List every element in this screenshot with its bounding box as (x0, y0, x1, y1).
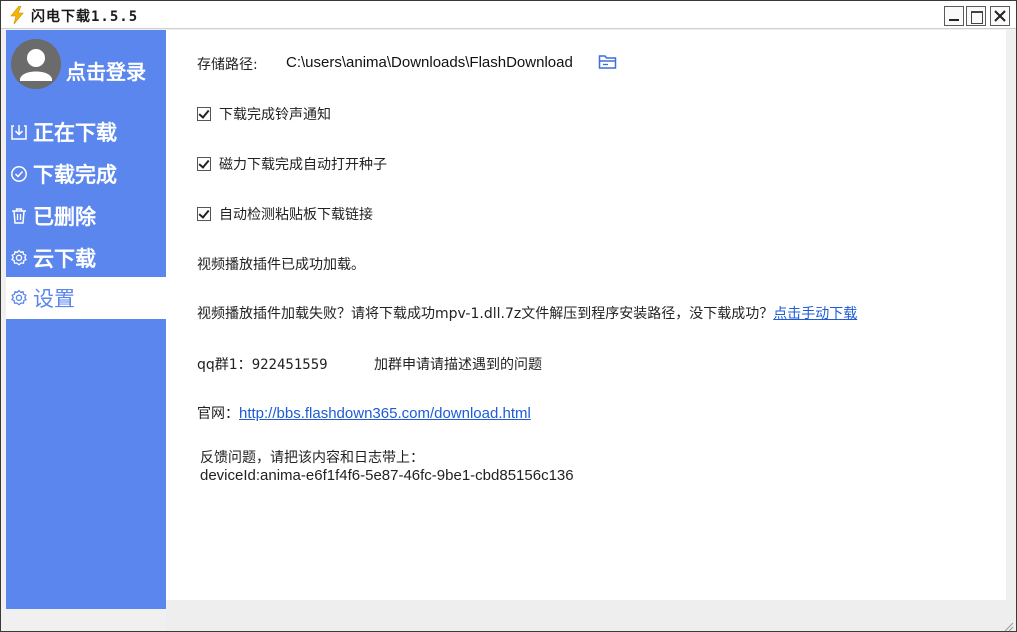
plugin-status-ok: 视频播放插件已成功加载。 (197, 257, 365, 273)
storage-path-value: C:\users\anima\Downloads\FlashDownload (286, 54, 573, 71)
qq-group-info: qq群1：922451559 加群申请请描述遇到的问题 (197, 354, 542, 374)
sound-notify-option[interactable]: 下载完成铃声通知 (197, 104, 331, 124)
clipboard-detect-option[interactable]: 自动检测粘贴板下载链接 (197, 204, 373, 224)
qq-group-note: 加群申请请描述遇到的问题 (374, 357, 542, 373)
sidebar: 点击登录 正在下载 下载完成 已删除 云下载 设置 (6, 30, 166, 609)
resize-grip-icon[interactable] (1002, 617, 1014, 632)
checkbox-label: 下载完成铃声通知 (219, 107, 331, 123)
manual-download-link[interactable]: 点击手动下载 (773, 306, 857, 322)
title-bar[interactable]: 闪电下载1.5.5 (1, 1, 1016, 29)
window-controls (944, 6, 1010, 26)
trash-icon (9, 206, 29, 226)
magnet-auto-open-option[interactable]: 磁力下载完成自动打开种子 (197, 154, 387, 174)
magnet-auto-open-checkbox[interactable] (197, 157, 211, 171)
login-label[interactable]: 点击登录 (66, 56, 146, 85)
download-icon (9, 122, 29, 142)
sidebar-item-label: 云下载 (33, 247, 96, 271)
plugin-fail-text: 视频播放插件加载失败？请将下载成功mpv-1.dll.7z文件解压到程序安装路径… (197, 306, 774, 322)
sidebar-item-settings[interactable]: 设置 (6, 277, 166, 319)
user-icon (11, 39, 61, 89)
close-icon (994, 10, 1006, 22)
website-info: 官网：http://bbs.flashdown365.com/download.… (197, 403, 531, 423)
folder-open-icon[interactable] (598, 54, 618, 70)
plugin-fail-message: 视频播放插件加载失败？请将下载成功mpv-1.dll.7z文件解压到程序安装路径… (197, 303, 857, 323)
sidebar-item-cloud-download[interactable]: 云下载 (6, 237, 166, 279)
checkbox-label: 磁力下载完成自动打开种子 (219, 157, 387, 173)
sidebar-item-label: 已删除 (33, 205, 96, 229)
sidebar-item-downloading[interactable]: 正在下载 (6, 111, 166, 153)
check-circle-icon (9, 164, 29, 184)
checkbox-label: 自动检测粘贴板下载链接 (219, 207, 373, 223)
lightning-icon (9, 5, 25, 25)
avatar[interactable] (11, 39, 61, 89)
gear-icon (9, 248, 29, 268)
sidebar-item-deleted[interactable]: 已删除 (6, 195, 166, 237)
storage-path-label: 存储路径: (197, 57, 258, 73)
website-label: 官网： (197, 406, 239, 422)
maximize-button[interactable] (966, 6, 986, 26)
sidebar-item-label: 下载完成 (33, 163, 117, 187)
close-button[interactable] (990, 6, 1010, 26)
feedback-text: 反馈问题，请把该内容和日志带上： (200, 450, 424, 466)
status-bar (166, 600, 1016, 632)
sound-notify-checkbox[interactable] (197, 107, 211, 121)
website-link[interactable]: http://bbs.flashdown365.com/download.htm… (239, 405, 531, 422)
qq-group-label: qq群1： (197, 357, 252, 373)
window-title: 闪电下载1.5.5 (31, 9, 139, 25)
sidebar-item-completed[interactable]: 下载完成 (6, 153, 166, 195)
sidebar-item-label: 正在下载 (33, 121, 117, 145)
qq-group-number: 922451559 (251, 357, 328, 373)
minimize-button[interactable] (944, 6, 964, 26)
device-id: deviceId:anima-e6f1f4f6-5e87-46fc-9be1-c… (200, 467, 574, 484)
settings-panel: 存储路径: C:\users\anima\Downloads\FlashDown… (166, 30, 1006, 600)
clipboard-detect-checkbox[interactable] (197, 207, 211, 221)
login-area[interactable]: 点击登录 (6, 30, 166, 100)
gear-icon (9, 288, 29, 308)
app-window: 闪电下载1.5.5 点击登录 正在下载 下载完成 已删除 云下载 设置 存储路径… (0, 0, 1017, 632)
sidebar-item-label: 设置 (33, 287, 75, 311)
